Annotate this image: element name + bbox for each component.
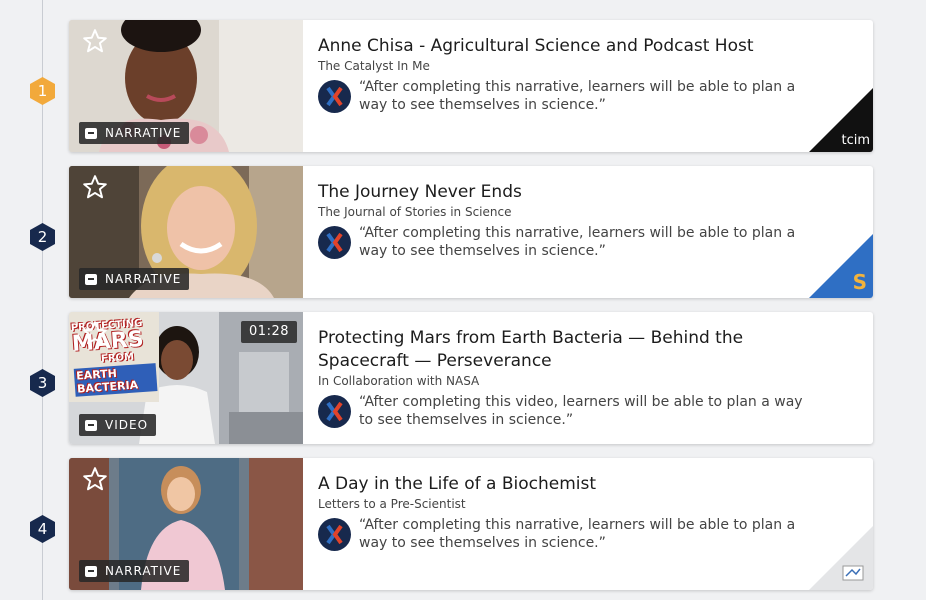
card-body: A Day in the Life of a Biochemist Letter…	[318, 473, 838, 552]
thumbnail-image: PROTECTING MARS FROM EARTH BACTERIA 01:2…	[69, 312, 303, 444]
star-outline-icon[interactable]	[82, 28, 108, 54]
card-title[interactable]: Protecting Mars from Earth Bacteria — Be…	[318, 327, 838, 373]
video-camera-icon	[85, 419, 97, 431]
thumbnail-image: NARRATIVE	[69, 458, 303, 590]
type-label: NARRATIVE	[105, 564, 182, 578]
x-logo-icon	[318, 395, 351, 428]
type-badge: NARRATIVE	[79, 122, 190, 144]
step-number: 1	[37, 82, 48, 100]
thumbnail-image: NARRATIVE	[69, 20, 303, 152]
type-badge: NARRATIVE	[79, 268, 190, 290]
learning-objective: “After completing this video, learners w…	[318, 393, 838, 429]
poster-line: EARTH BACTERIA	[73, 363, 158, 397]
step-number: 3	[37, 374, 48, 392]
step-marker-4: 4	[29, 514, 56, 544]
step-marker-3: 3	[29, 368, 56, 398]
chat-bubble-icon	[85, 565, 97, 577]
chat-bubble-icon	[85, 273, 97, 285]
star-outline-icon[interactable]	[82, 320, 108, 346]
content-card[interactable]: NARRATIVE A Day in the Life of a Biochem…	[69, 458, 873, 590]
x-logo-icon	[318, 80, 351, 113]
step-number: 4	[37, 520, 48, 538]
objective-text: “After completing this video, learners w…	[359, 394, 803, 428]
type-badge: VIDEO	[79, 414, 157, 436]
x-logo-icon	[318, 518, 351, 551]
type-label: NARRATIVE	[105, 272, 182, 286]
card-source: The Journal of Stories in Science	[318, 205, 512, 219]
video-duration: 01:28	[241, 321, 297, 343]
learning-objective: “After completing this narrative, learne…	[318, 516, 838, 552]
card-source: Letters to a Pre-Scientist	[318, 497, 466, 511]
chat-bubble-icon	[85, 127, 97, 139]
card-title[interactable]: A Day in the Life of a Biochemist	[318, 473, 838, 496]
card-source: In Collaboration with NASA	[318, 374, 480, 388]
publisher-label: tcim	[841, 133, 870, 148]
card-title[interactable]: The Journey Never Ends	[318, 181, 838, 204]
publisher-corner: tcim	[809, 88, 873, 152]
objective-text: “After completing this narrative, learne…	[359, 79, 796, 113]
type-label: VIDEO	[105, 418, 149, 432]
learning-objective: “After completing this narrative, learne…	[318, 78, 838, 114]
step-marker-2: 2	[29, 222, 56, 252]
content-card[interactable]: PROTECTING MARS FROM EARTH BACTERIA 01:2…	[69, 312, 873, 444]
objective-text: “After completing this narrative, learne…	[359, 225, 796, 259]
publisher-label: S	[852, 270, 867, 294]
star-outline-icon[interactable]	[82, 174, 108, 200]
step-number: 2	[37, 228, 48, 246]
card-body: Protecting Mars from Earth Bacteria — Be…	[318, 327, 838, 429]
objective-text: “After completing this narrative, learne…	[359, 517, 796, 551]
step-marker-1: 1	[29, 76, 56, 106]
star-outline-icon[interactable]	[82, 466, 108, 492]
thumbnail-image: NARRATIVE	[69, 166, 303, 298]
type-label: NARRATIVE	[105, 126, 182, 140]
learning-objective: “After completing this narrative, learne…	[318, 224, 838, 260]
card-source: The Catalyst In Me	[318, 59, 430, 73]
x-logo-icon	[318, 226, 351, 259]
card-body: Anne Chisa - Agricultural Science and Po…	[318, 35, 838, 114]
card-body: The Journey Never Ends The Journal of St…	[318, 181, 838, 260]
card-title[interactable]: Anne Chisa - Agricultural Science and Po…	[318, 35, 838, 58]
publisher-corner	[809, 526, 873, 590]
content-card[interactable]: NARRATIVE The Journey Never Ends The Jou…	[69, 166, 873, 298]
type-badge: NARRATIVE	[79, 560, 190, 582]
content-card[interactable]: NARRATIVE Anne Chisa - Agricultural Scie…	[69, 20, 873, 152]
publisher-corner: S	[809, 234, 873, 298]
publisher-logo-icon	[809, 526, 873, 590]
